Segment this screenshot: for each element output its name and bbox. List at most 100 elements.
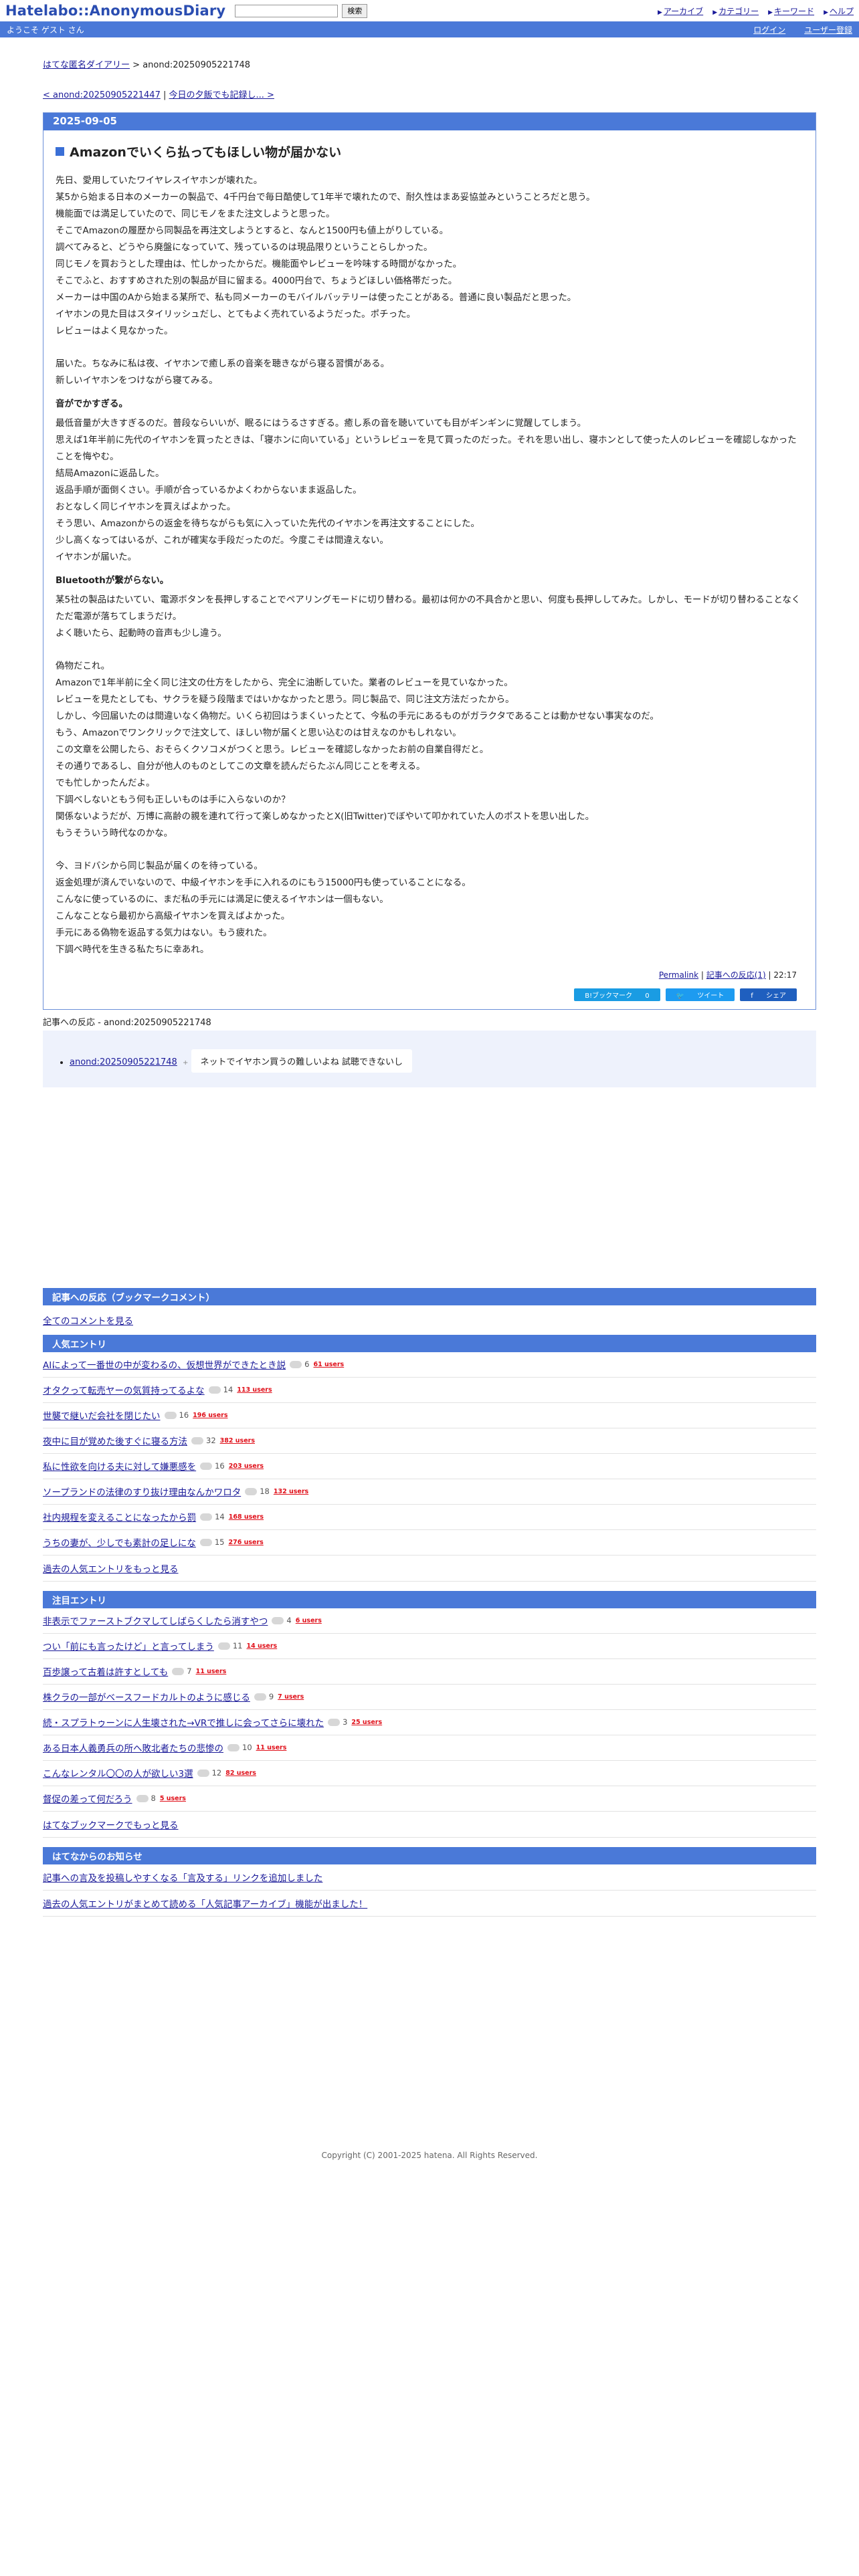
body-heading: Bluetoothが繋がらない。 [56, 575, 169, 586]
users-badge[interactable]: 203 users [229, 1463, 264, 1470]
nav-help[interactable]: ヘルプ [830, 7, 854, 16]
reaction-link[interactable]: anond:20250905221748 [70, 1057, 177, 1067]
users-badge[interactable]: 82 users [225, 1769, 256, 1777]
comment-count[interactable]: 12 [197, 1768, 221, 1778]
body-line: 機能面では満足していたので、同じモノをまた注文しようと思った。 [56, 209, 335, 219]
user-bar: ようこそ ゲスト さん ログイン ユーザー登録 [0, 21, 859, 37]
users-badge[interactable]: 14 users [246, 1642, 277, 1650]
news-link-1[interactable]: 記事への言及を投稿しやすくなる「言及する」リンクを追加しました [43, 1873, 322, 1884]
comment-count[interactable]: 14 [200, 1512, 225, 1521]
entry-title-link[interactable]: 株クラの一部がベースフードカルトのように感じる [43, 1690, 250, 1703]
comment-count[interactable]: 3 [328, 1717, 347, 1727]
entry-title-link[interactable]: うちの妻が、少しでも素計の足しにな [43, 1535, 196, 1549]
copyright: Copyright (C) 2001-2025 hatena. All Righ… [321, 2151, 538, 2160]
reactions-box: anond:20250905221748 + ネットでイヤホン買うの難しいよね … [43, 1031, 816, 1087]
entry-title-link[interactable]: 非表示でファーストブクマしてしばらくしたら消すやつ [43, 1614, 268, 1627]
permalink-link[interactable]: Permalink [659, 970, 698, 980]
nav-archive[interactable]: アーカイブ [664, 7, 703, 16]
entry-footer: Permalink | 記事への反応(1) | 22:17 [658, 970, 797, 980]
comment-count[interactable]: 11 [217, 1641, 242, 1650]
entry-row: 非表示でファーストブクマしてしばらくしたら消すやつ 4 6 users [43, 1608, 816, 1634]
entry-title-link[interactable]: 夜中に目が覚めた後すぐに寝る方法 [43, 1434, 187, 1447]
nav-keyword[interactable]: キーワード [774, 7, 814, 16]
comment-count[interactable]: 4 [272, 1616, 292, 1625]
comment-bubble-icon [227, 1743, 240, 1751]
comment-count[interactable]: 15 [199, 1537, 224, 1547]
top-header: Hatelabo::AnonymousDiary 検索 ▶ アーカイブ ▶ カテゴリ… [0, 0, 859, 21]
entry-title-link[interactable]: こんなレンタル〇〇の人が欲しい3選 [43, 1766, 193, 1780]
entry-row: 社内規程を変えることになったから罰 14 168 users [43, 1505, 816, 1530]
comment-count[interactable]: 7 [172, 1667, 192, 1676]
users-badge[interactable]: 5 users [160, 1795, 186, 1802]
comment-count[interactable]: 18 [245, 1487, 270, 1496]
body-line: 下調べしないともう何も正しいものは手に入らないのか？ [56, 794, 290, 805]
next-entry-link[interactable]: 今日の夕飯でも記録し... > [169, 90, 274, 100]
comment-count[interactable]: 10 [227, 1743, 252, 1752]
share-button[interactable]: f シェア [740, 988, 797, 1001]
comment-bubble-icon [136, 1794, 149, 1802]
comment-count[interactable]: 16 [164, 1410, 189, 1420]
plus-icon[interactable]: + [183, 1059, 188, 1067]
comment-count[interactable]: 8 [136, 1794, 156, 1803]
tweet-button[interactable]: 🐦 ツイート [665, 988, 735, 1001]
comment-count[interactable]: 14 [208, 1385, 233, 1394]
featured-more-link[interactable]: はてなブックマークでもっと見る [43, 1820, 179, 1831]
users-badge[interactable]: 6 users [296, 1617, 322, 1624]
entry-title-link[interactable]: AIによって一番世の中が変わるの、仮想世界ができたとき説 [43, 1358, 286, 1371]
popular-list: AIによって一番世の中が変わるの、仮想世界ができたとき説 6 61 users オタク… [43, 1352, 816, 1555]
main-container: はてな匿名ダイアリー > anond:20250905221748 < anon… [43, 37, 816, 2160]
users-badge[interactable]: 113 users [237, 1386, 272, 1394]
body-line: そこでふと、おすすめされた別の製品が目に留まる。4000円台で、ちょうどほしい価… [56, 276, 458, 286]
search-input[interactable] [235, 4, 339, 17]
comment-count[interactable]: 16 [200, 1461, 225, 1471]
breadcrumb-home[interactable]: はてな匿名ダイアリー [43, 60, 130, 70]
users-badge[interactable]: 7 users [278, 1693, 304, 1701]
entry-title-link[interactable]: ソープランドの法律のすり抜け理由なんかワロタ [43, 1485, 241, 1498]
popular-more-link[interactable]: 過去の人気エントリをもっと見る [43, 1564, 179, 1575]
register-link[interactable]: ユーザー登録 [804, 24, 852, 35]
entry-title-link[interactable]: つい「前にも言ったけど」と言ってしまう [43, 1639, 214, 1652]
comment-count[interactable]: 6 [290, 1360, 309, 1369]
news-link-2[interactable]: 過去の人気エントリがまとめて読める「人気記事アーカイブ」機能が出ました！ [43, 1899, 367, 1910]
entry-title-link[interactable]: オタクって転売ヤーの気質持ってるよな [43, 1383, 205, 1396]
entry-row: 督促の差って何だろう 8 5 users [43, 1786, 816, 1812]
body-line: Amazonで1年半前に全く同じ注文の仕方をしたから、完全に油断していた。業者の… [56, 677, 513, 688]
users-badge[interactable]: 276 users [228, 1539, 263, 1546]
users-badge[interactable]: 61 users [313, 1361, 344, 1368]
users-badge[interactable]: 25 users [351, 1719, 382, 1726]
comment-bubble-icon [200, 1462, 213, 1470]
entry-title-link[interactable]: 百歩譲って古着は許すとしても [43, 1665, 168, 1678]
hatebu-button[interactable]: B!ブックマーク 0 [574, 988, 660, 1001]
comment-count[interactable]: 32 [191, 1436, 216, 1445]
search-button[interactable]: 検索 [342, 3, 368, 18]
entry-title-link[interactable]: ある日本人義勇兵の所へ敗北者たちの悲惨の [43, 1741, 223, 1754]
entry-title-link[interactable]: 続・スプラトゥーンに人生壊された→VRで推しに会ってさらに壊れた [43, 1715, 324, 1729]
entry-title-link[interactable]: 督促の差って何だろう [43, 1792, 132, 1805]
users-badge[interactable]: 132 users [274, 1488, 308, 1495]
facebook-icon: f [751, 992, 753, 1000]
all-comments-link[interactable]: 全てのコメントを見る [43, 1316, 133, 1327]
body-line: 下調べ時代を生きる私たちに幸あれ。 [56, 944, 209, 955]
login-link[interactable]: ログイン [753, 24, 785, 35]
entry-section: Amazonでいくら払ってもほしい物が届かない 先日、愛用していたワイヤレスイヤ… [43, 130, 816, 1009]
body-line: メーカーは中国のAから始まる某所で、私も同メーカーのモバイルバッテリーは使ったこ… [56, 292, 577, 303]
entry-title-link[interactable]: 社内規程を変えることになったから罰 [43, 1510, 196, 1523]
body-line: 返品手順が面倒くさい。手順が合っているかよくわからないまま返品した。 [56, 485, 362, 496]
reactions-count-link[interactable]: 記事への反応(1) [706, 970, 766, 980]
entry-title-link[interactable]: 私に性欲を向ける夫に対して嫌悪感を [43, 1459, 196, 1473]
users-badge[interactable]: 382 users [220, 1437, 255, 1444]
breadcrumb: はてな匿名ダイアリー > anond:20250905221748 [43, 58, 816, 70]
users-badge[interactable]: 11 users [196, 1668, 227, 1675]
entry-pager: < anond:20250905221447 | 今日の夕飯でも記録し... > [43, 88, 816, 100]
entry-row: 株クラの一部がベースフードカルトのように感じる 9 7 users [43, 1685, 816, 1710]
comment-count[interactable]: 9 [254, 1692, 274, 1701]
entry-title-link[interactable]: 世襲で継いだ会社を閉じたい [43, 1408, 161, 1422]
prev-entry-link[interactable]: < anond:20250905221447 [43, 90, 161, 100]
users-badge[interactable]: 196 users [193, 1412, 227, 1419]
site-logo[interactable]: Hatelabo::AnonymousDiary [5, 3, 225, 19]
nav-category[interactable]: カテゴリー [719, 7, 759, 16]
featured-header: 注目エントリ [43, 1591, 816, 1608]
users-badge[interactable]: 11 users [256, 1744, 287, 1751]
users-badge[interactable]: 168 users [229, 1513, 264, 1521]
